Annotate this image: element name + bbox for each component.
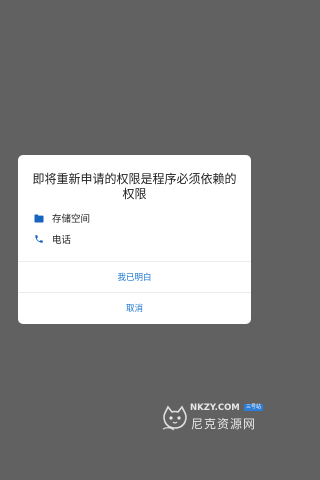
dialog-title: 即将重新申请的权限是程序必须依赖的权限 bbox=[32, 172, 237, 201]
folder-icon bbox=[34, 213, 44, 223]
watermark-badge: 三号站 bbox=[244, 404, 264, 411]
permission-dialog: 即将重新申请的权限是程序必须依赖的权限 存储空间 电话 我已明白 取消 bbox=[18, 155, 251, 324]
permission-item-storage: 存储空间 bbox=[34, 211, 90, 225]
watermark: NKZY.COM 三号站 尼克资源网 bbox=[160, 402, 266, 436]
phone-icon bbox=[34, 234, 44, 244]
watermark-name: 尼克资源网 bbox=[191, 417, 257, 431]
watermark-site: NKZY.COM bbox=[190, 403, 240, 413]
permission-label-storage: 存储空间 bbox=[52, 214, 91, 225]
permission-item-phone: 电话 bbox=[34, 232, 71, 246]
cancel-button[interactable]: 取消 bbox=[18, 293, 251, 323]
permission-label-phone: 电话 bbox=[52, 235, 72, 246]
confirm-button[interactable]: 我已明白 bbox=[18, 262, 251, 292]
screen: 即将重新申请的权限是程序必须依赖的权限 存储空间 电话 我已明白 取消 NKZY… bbox=[0, 0, 270, 480]
cat-logo-icon bbox=[160, 404, 190, 434]
